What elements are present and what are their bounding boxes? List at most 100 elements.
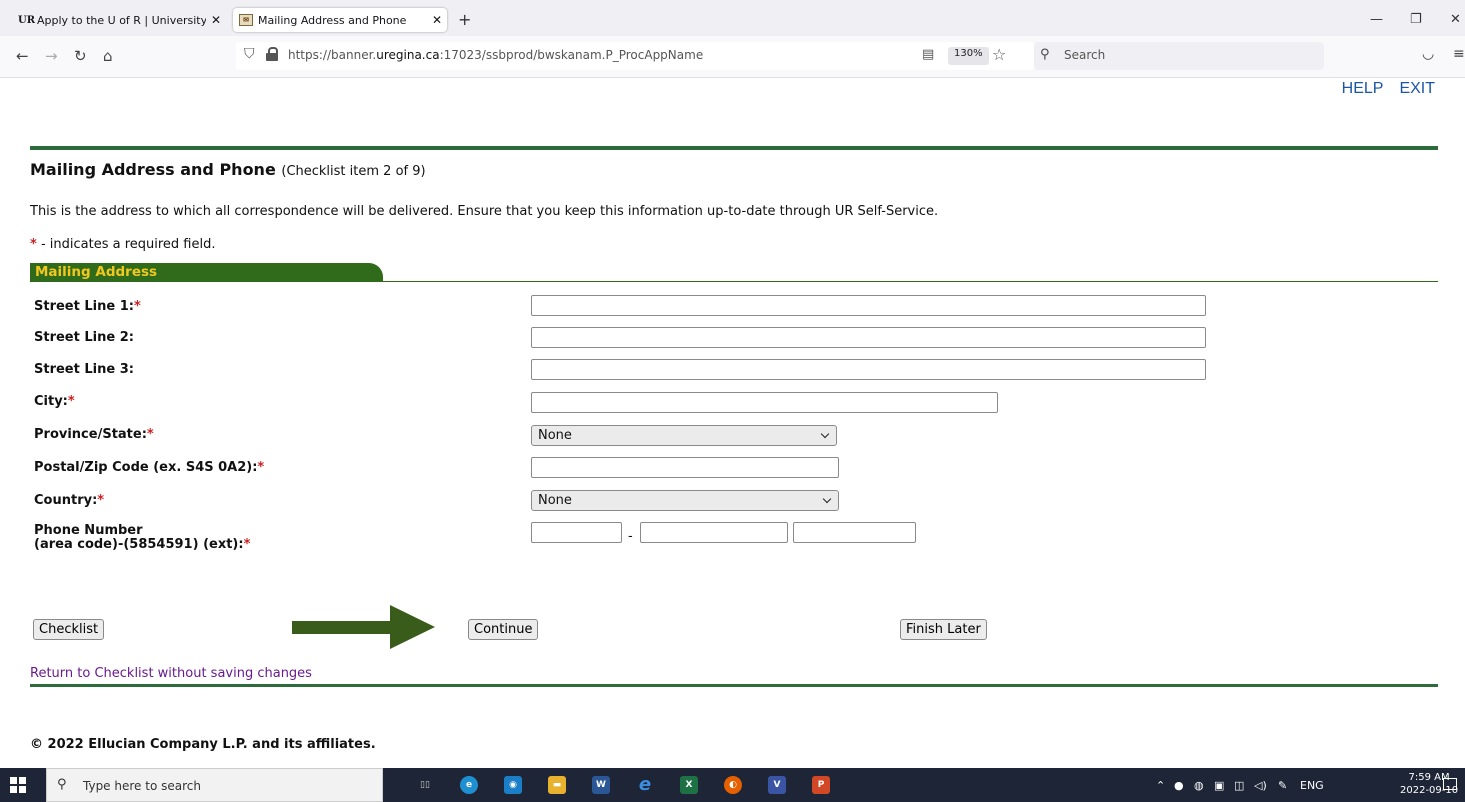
lock-icon[interactable]	[266, 47, 278, 61]
taskbar-search-placeholder: Type here to search	[83, 779, 201, 793]
display-icon[interactable]: ▣	[1214, 779, 1224, 792]
word-icon[interactable]: W	[592, 776, 610, 794]
city-label-text: City:	[34, 394, 68, 409]
pocket-icon[interactable]: ◡	[1422, 46, 1434, 62]
continue-button[interactable]: Continue	[468, 619, 539, 640]
phone-separator: -	[628, 529, 633, 544]
chevron-down-icon	[820, 429, 830, 439]
country-selected: None	[538, 493, 572, 508]
required-asterisk: *	[133, 299, 141, 314]
search-icon: ⚲	[1040, 47, 1050, 62]
close-icon[interactable]: ✕	[427, 13, 447, 27]
tab-title: Apply to the U of R | University	[37, 13, 206, 27]
restore-icon[interactable]: ❐	[1410, 12, 1422, 27]
return-to-checklist-link[interactable]: Return to Checklist without saving chang…	[30, 666, 312, 681]
page-subtitle: (Checklist item 2 of 9)	[281, 164, 426, 179]
visio-icon[interactable]: V	[768, 776, 786, 794]
browser-tab-bar: UR Apply to the U of R | University ✕ ✉ …	[0, 0, 1465, 36]
new-tab-icon[interactable]: +	[458, 10, 471, 29]
checklist-button[interactable]: Checklist	[33, 619, 105, 640]
tab-mailing-address[interactable]: ✉ Mailing Address and Phone ✕	[233, 8, 447, 32]
url-suffix: :17023/ssbprod/bwskanam.P_ProcAppName	[439, 48, 704, 62]
language-indicator[interactable]: ENG	[1300, 779, 1324, 792]
shield-icon[interactable]: ⛉	[244, 46, 255, 62]
exit-link[interactable]: EXIT	[1399, 80, 1435, 97]
province-selected: None	[538, 428, 572, 443]
phone-area-code-input[interactable]	[531, 522, 622, 543]
pen-icon[interactable]: ✎	[1278, 779, 1287, 792]
browser-search-bar[interactable]: ⚲ Search	[1034, 42, 1324, 70]
zoom-level[interactable]: 130%	[948, 47, 989, 65]
country-label-text: Country:	[34, 493, 98, 508]
forward-icon[interactable]: →	[45, 47, 58, 65]
wifi-icon[interactable]: ◫	[1234, 779, 1244, 792]
required-asterisk: *	[30, 237, 37, 252]
required-asterisk: *	[97, 493, 105, 508]
powerpoint-icon[interactable]: P	[812, 776, 830, 794]
street-line-2-input[interactable]	[531, 327, 1206, 348]
back-icon[interactable]: ←	[16, 47, 29, 65]
bookmark-star-icon[interactable]: ☆	[992, 45, 1006, 64]
window-close-icon[interactable]: ✕	[1450, 12, 1461, 27]
province-select[interactable]: None	[531, 425, 837, 446]
street-line-3-label: Street Line 3:	[34, 362, 134, 377]
ur-logo-icon: UR	[18, 14, 36, 26]
menu-icon[interactable]: ≡	[1453, 46, 1465, 62]
edge-icon[interactable]: e	[460, 776, 478, 794]
internet-explorer-icon[interactable]: e	[636, 776, 654, 794]
top-divider	[30, 146, 1438, 150]
required-asterisk: *	[67, 394, 75, 409]
excel-icon[interactable]: X	[680, 776, 698, 794]
chevron-down-icon	[822, 494, 832, 504]
reader-view-icon[interactable]: ▤	[922, 47, 934, 62]
required-note: * - indicates a required field.	[30, 237, 215, 252]
required-asterisk: *	[146, 427, 154, 442]
volume-icon[interactable]: ◁)	[1254, 779, 1267, 792]
store-icon[interactable]: ◉	[504, 776, 522, 794]
section-header: Mailing Address	[30, 263, 383, 282]
chevron-up-icon[interactable]: ⌃	[1156, 779, 1165, 792]
taskbar-search-box[interactable]: ⚲ Type here to search	[46, 768, 383, 802]
minimize-icon[interactable]: —	[1370, 12, 1383, 27]
city-input[interactable]	[531, 392, 998, 413]
url-domain: uregina.ca	[376, 48, 440, 62]
required-note-text: - indicates a required field.	[36, 237, 216, 252]
envelope-icon: ✉	[239, 14, 253, 26]
windows-taskbar: ⚲ Type here to search ▯▯ e ◉ ▬ W e X ◐ V…	[0, 768, 1465, 802]
required-asterisk: *	[243, 537, 251, 552]
url-text[interactable]: https://banner.uregina.ca:17023/ssbprod/…	[288, 48, 703, 62]
required-asterisk: *	[257, 460, 265, 475]
bottom-divider	[30, 684, 1438, 687]
postal-code-label: Postal/Zip Code (ex. S4S 0A2):*	[34, 461, 264, 475]
section-divider	[30, 281, 1438, 282]
close-icon[interactable]: ✕	[206, 13, 226, 27]
street-line-3-input[interactable]	[531, 359, 1206, 380]
page-title-text: Mailing Address and Phone	[30, 160, 276, 179]
page-title: Mailing Address and Phone (Checklist ite…	[30, 160, 426, 179]
postal-code-input[interactable]	[531, 457, 839, 478]
street-line-1-input[interactable]	[531, 295, 1206, 316]
finish-later-button[interactable]: Finish Later	[900, 619, 987, 640]
windows-start-icon[interactable]	[10, 777, 26, 793]
help-link[interactable]: HELP	[1342, 80, 1384, 97]
country-select[interactable]: None	[531, 490, 839, 511]
search-placeholder: Search	[1064, 48, 1106, 62]
reload-icon[interactable]: ↻	[74, 47, 87, 65]
notification-icon[interactable]	[1443, 778, 1457, 790]
phone-label-line-1: Phone Number	[34, 523, 143, 538]
search-icon: ⚲	[57, 777, 67, 792]
address-bar[interactable]: ⛉ https://banner.uregina.ca:17023/ssbpro…	[236, 42, 1034, 70]
home-icon[interactable]: ⌂	[103, 47, 113, 65]
phone-label-line-2: (area code)-(5854591) (ext):	[34, 537, 244, 552]
header-links: HELP EXIT	[1326, 80, 1435, 98]
phone-number-input[interactable]	[640, 522, 788, 543]
tab-apply-uofr[interactable]: UR Apply to the U of R | University ✕	[12, 8, 226, 32]
firefox-icon[interactable]: ◐	[724, 776, 742, 794]
phone-extension-input[interactable]	[793, 522, 916, 543]
file-explorer-icon[interactable]: ▬	[548, 776, 566, 794]
task-view-icon[interactable]: ▯▯	[416, 776, 434, 794]
meet-now-icon[interactable]: ◍	[1194, 779, 1204, 792]
network-app-icon[interactable]: ●	[1174, 779, 1184, 792]
intro-text: This is the address to which all corresp…	[30, 204, 939, 219]
country-label: Country:*	[34, 494, 104, 508]
